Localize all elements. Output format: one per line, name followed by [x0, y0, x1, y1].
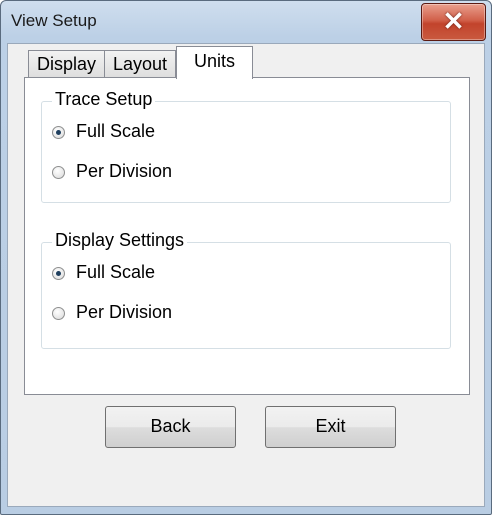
tab-units[interactable]: Units	[176, 46, 253, 79]
trace-setup-title: Trace Setup	[52, 89, 156, 110]
radio-unselected-icon[interactable]	[52, 307, 65, 320]
radio-label: Per Division	[76, 161, 173, 181]
tab-layout[interactable]: Layout	[104, 50, 176, 77]
trace-setup-group: Trace Setup Full Scale Per Division	[41, 89, 451, 203]
radio-selected-icon[interactable]	[52, 267, 65, 280]
close-button[interactable]: ✕	[421, 3, 486, 41]
radio-label: Per Division	[76, 302, 173, 322]
radio-unselected-icon[interactable]	[52, 166, 65, 179]
radio-label: Full Scale	[76, 121, 156, 141]
view-setup-window: View Setup ✕ Display Layout Units Trace …	[0, 0, 492, 515]
dialog-client-area: Display Layout Units Trace Setup Full Sc…	[7, 43, 485, 507]
radio-selected-icon[interactable]	[52, 126, 65, 139]
radio-label: Full Scale	[76, 262, 156, 282]
display-settings-group: Display Settings Full Scale Per Division	[41, 230, 451, 349]
window-title: View Setup	[11, 11, 97, 30]
units-tab-panel: Trace Setup Full Scale Per Division Disp…	[24, 77, 470, 395]
exit-button[interactable]: Exit	[265, 406, 396, 448]
close-icon: ✕	[442, 6, 465, 36]
tab-display[interactable]: Display	[28, 50, 105, 77]
display-settings-title: Display Settings	[52, 230, 188, 251]
back-button[interactable]: Back	[105, 406, 236, 448]
title-bar[interactable]: View Setup ✕	[1, 1, 491, 45]
